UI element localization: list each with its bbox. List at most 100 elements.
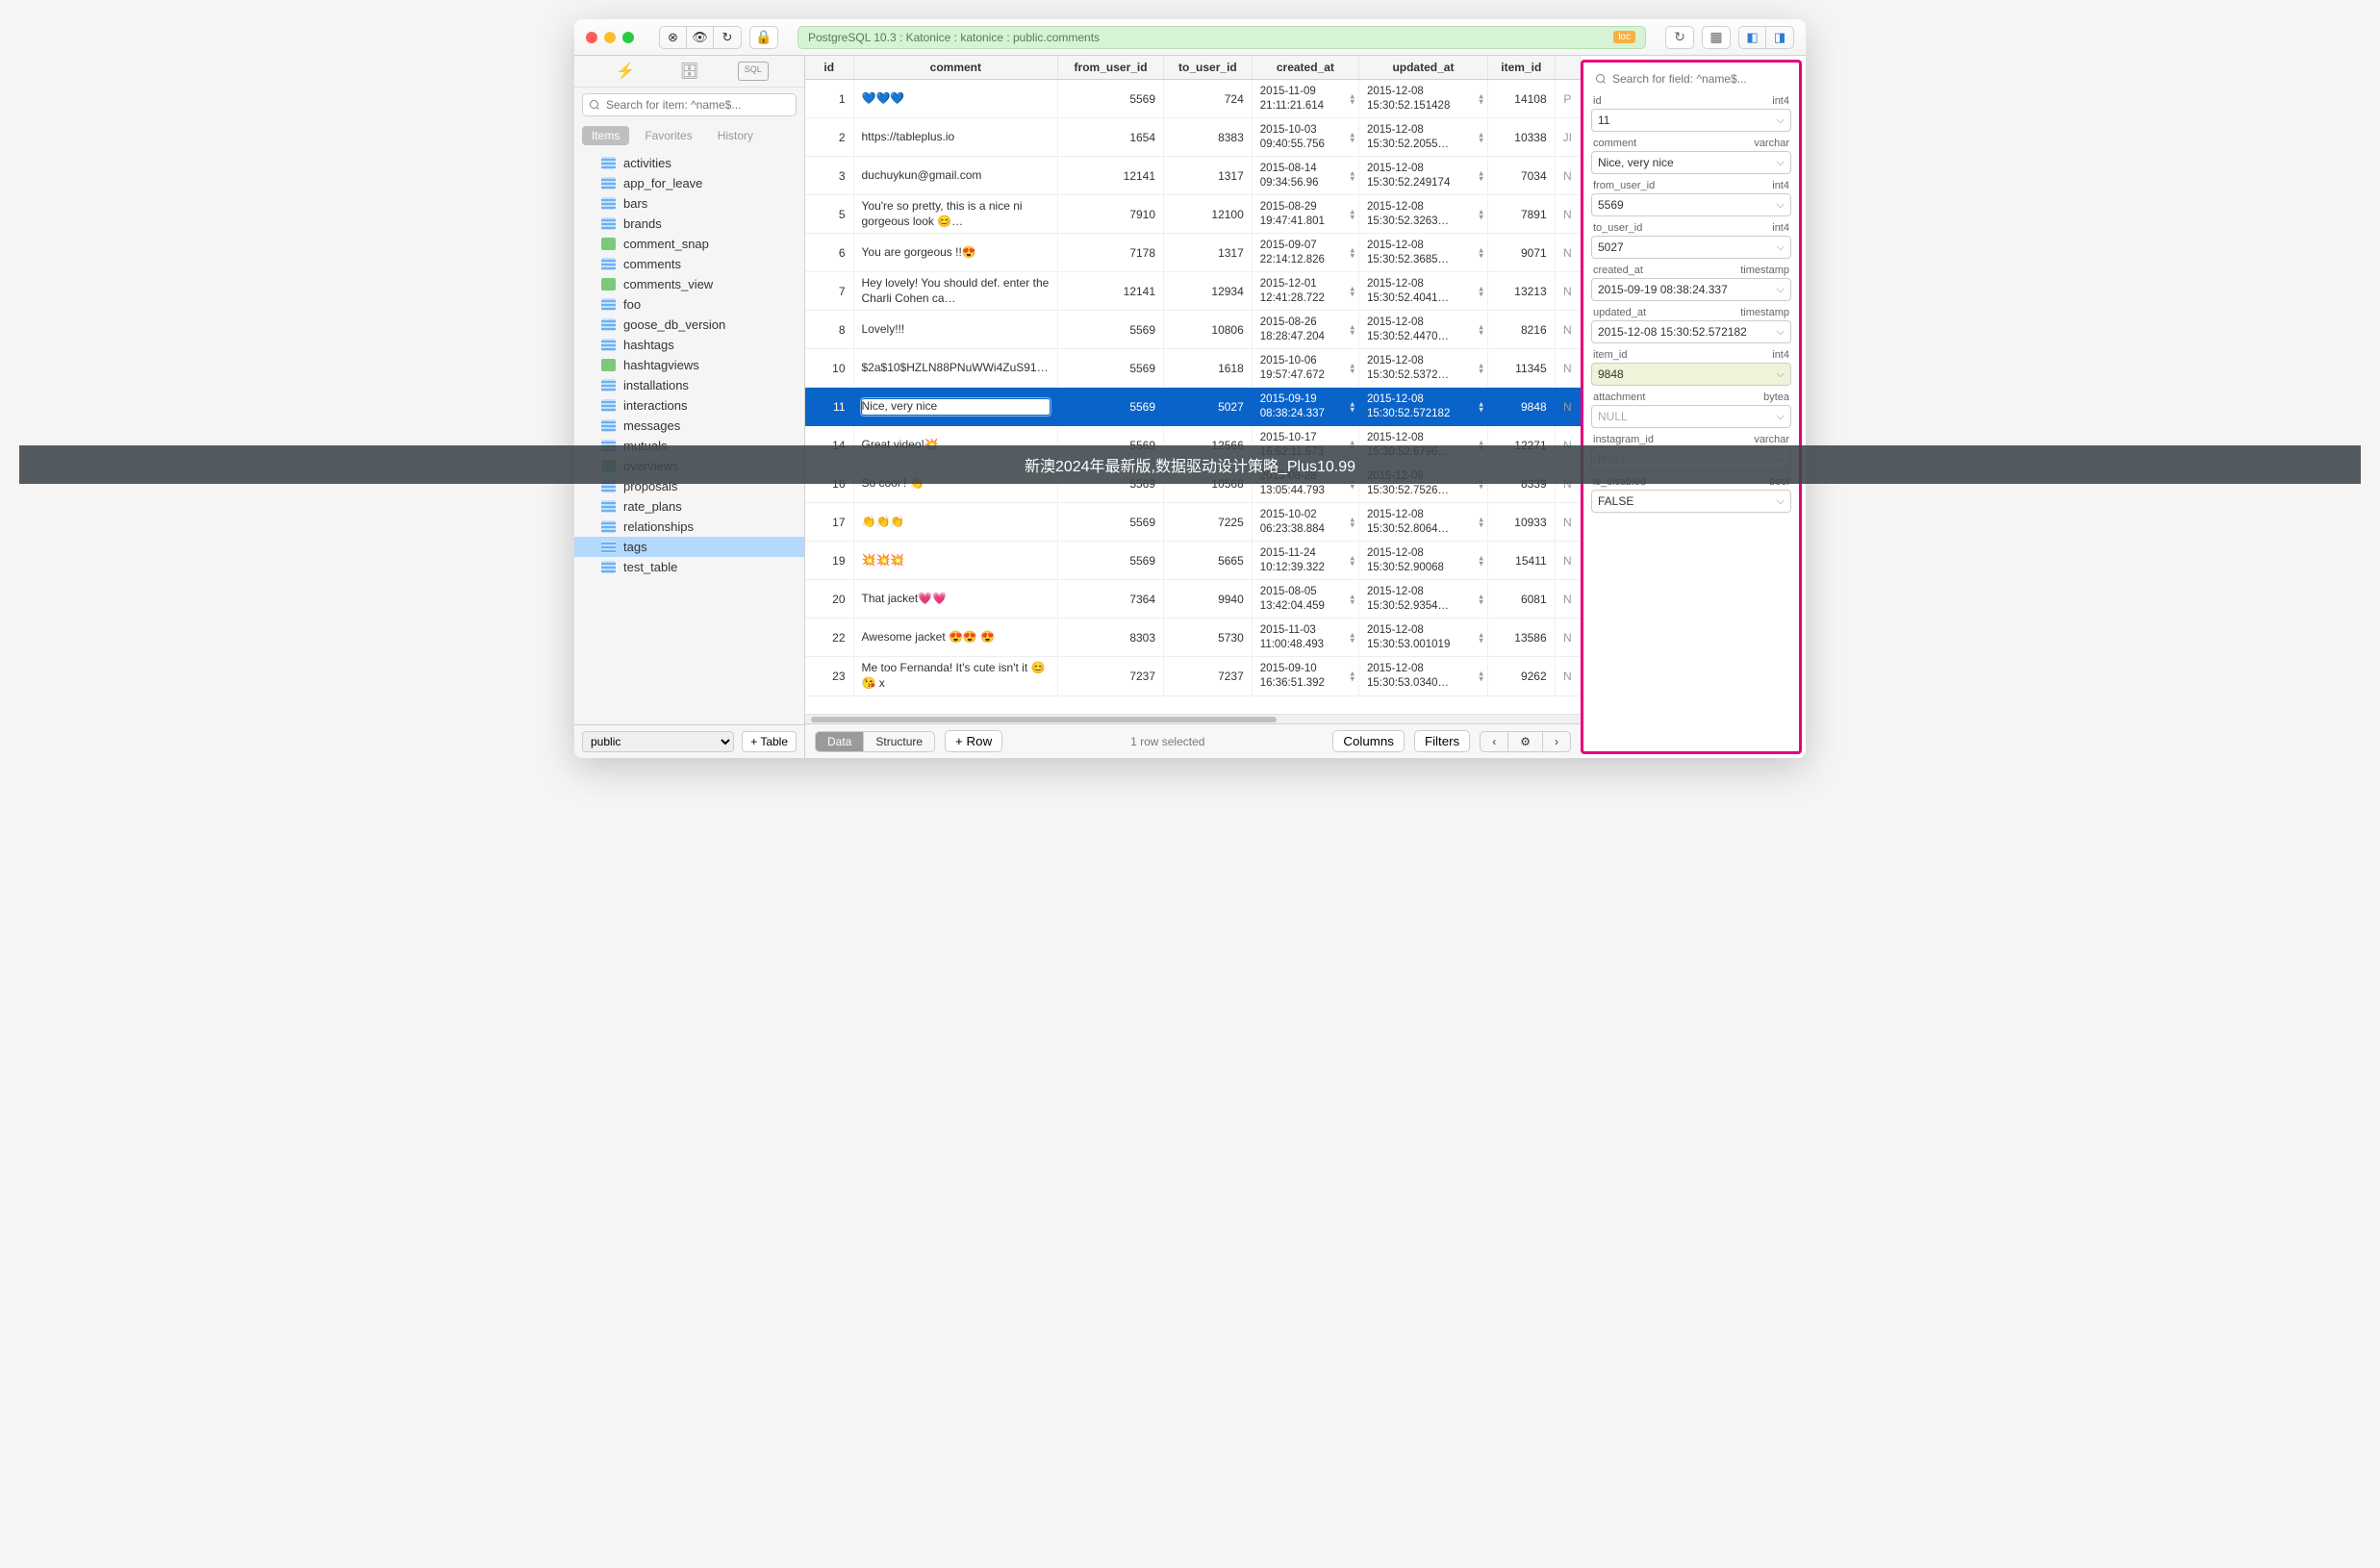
cell-comment[interactable]: 💙💙💙: [853, 80, 1058, 118]
cell-to[interactable]: 1317: [1164, 234, 1253, 272]
cell-comment[interactable]: You are gorgeous !!😍: [853, 234, 1058, 272]
sidebar-item-brands[interactable]: brands: [574, 214, 804, 234]
table-row[interactable]: 3duchuykun@gmail.com1214113172015-08-140…: [805, 157, 1581, 195]
table-row[interactable]: 1💙💙💙55697242015-11-0921:11:21.614▴▾2015-…: [805, 80, 1581, 118]
cell-flag[interactable]: N: [1555, 657, 1580, 695]
cell-flag[interactable]: N: [1555, 349, 1580, 388]
cell-item[interactable]: 9848: [1487, 388, 1555, 426]
cell-id[interactable]: 16: [805, 465, 853, 503]
cell-id[interactable]: 14: [805, 426, 853, 465]
inspector-search-input[interactable]: [1591, 68, 1791, 89]
grid-icon[interactable]: ▦: [1702, 26, 1731, 49]
eye-icon[interactable]: 👁: [687, 27, 714, 48]
cell-updated[interactable]: 2015-12-0815:30:52.9354…▴▾: [1359, 580, 1488, 619]
field-value-id[interactable]: 11: [1591, 109, 1791, 132]
cell-item[interactable]: 14108: [1487, 80, 1555, 118]
cell-flag[interactable]: N: [1555, 272, 1580, 311]
schema-select[interactable]: public: [582, 731, 734, 752]
column-header-id[interactable]: id: [805, 56, 853, 80]
cell-updated[interactable]: 2015-12-0815:30:52.3685…▴▾: [1359, 234, 1488, 272]
cell-flag[interactable]: N: [1555, 426, 1580, 465]
sidebar-item-hashtagviews[interactable]: hashtagviews: [574, 355, 804, 375]
refresh-icon[interactable]: ↻: [1665, 26, 1694, 49]
cell-flag[interactable]: N: [1555, 311, 1580, 349]
cell-id[interactable]: 7: [805, 272, 853, 311]
cell-created[interactable]: 2015-09-1016:36:51.392▴▾: [1252, 657, 1358, 695]
cell-flag[interactable]: N: [1555, 465, 1580, 503]
table-row[interactable]: 10$2a$10$HZLN88PNuWWi4ZuS91lb8dR98ljt0kb…: [805, 349, 1581, 388]
cell-id[interactable]: 23: [805, 657, 853, 695]
refresh-small-icon[interactable]: ↻: [714, 27, 741, 48]
sidebar-item-comment_snap[interactable]: comment_snap: [574, 234, 804, 254]
sidebar-item-bars[interactable]: bars: [574, 193, 804, 214]
cell-updated[interactable]: 2015-12-0815:30:52.4470…▴▾: [1359, 311, 1488, 349]
cell-from[interactable]: 7910: [1058, 195, 1164, 234]
cell-from[interactable]: 5569: [1058, 80, 1164, 118]
cell-from[interactable]: 12141: [1058, 157, 1164, 195]
field-value-attachment[interactable]: NULL: [1591, 405, 1791, 428]
field-value-to_user_id[interactable]: 5027: [1591, 236, 1791, 259]
close-icon[interactable]: [586, 32, 597, 43]
cell-id[interactable]: 11: [805, 388, 853, 426]
cell-to[interactable]: 5027: [1164, 388, 1253, 426]
cell-comment[interactable]: Hey lovely! You should def. enter the Ch…: [853, 272, 1058, 311]
cell-item[interactable]: 10338: [1487, 118, 1555, 157]
sidebar-item-tags[interactable]: tags: [574, 537, 804, 557]
cell-comment[interactable]: That jacket💗💗: [853, 580, 1058, 619]
cell-item[interactable]: 6081: [1487, 580, 1555, 619]
cell-to[interactable]: 5665: [1164, 542, 1253, 580]
cell-comment[interactable]: $2a$10$HZLN88PNuWWi4ZuS91lb8dR98ljt0kblv…: [853, 349, 1058, 388]
cell-to[interactable]: 7225: [1164, 503, 1253, 542]
cell-id[interactable]: 8: [805, 311, 853, 349]
table-row[interactable]: 16So cool ! 👏5569105682015-08-2813:05:44…: [805, 465, 1581, 503]
column-header-to_user_id[interactable]: to_user_id: [1164, 56, 1253, 80]
cell-created[interactable]: 2015-09-0722:14:12.826▴▾: [1252, 234, 1358, 272]
cell-updated[interactable]: 2015-12-0815:30:52.5372…▴▾: [1359, 349, 1488, 388]
cell-id[interactable]: 20: [805, 580, 853, 619]
add-table-button[interactable]: + Table: [742, 731, 797, 752]
cell-created[interactable]: 2015-08-1409:34:56.96▴▾: [1252, 157, 1358, 195]
cell-from[interactable]: 5569: [1058, 311, 1164, 349]
cell-to[interactable]: 1317: [1164, 157, 1253, 195]
next-icon[interactable]: ›: [1543, 732, 1570, 751]
cell-id[interactable]: 22: [805, 619, 853, 657]
column-header-item_id[interactable]: item_id: [1487, 56, 1555, 80]
cell-id[interactable]: 19: [805, 542, 853, 580]
cell-item[interactable]: 9071: [1487, 234, 1555, 272]
table-row[interactable]: 6You are gorgeous !!😍717813172015-09-072…: [805, 234, 1581, 272]
cell-item[interactable]: 7891: [1487, 195, 1555, 234]
cell-id[interactable]: 6: [805, 234, 853, 272]
cell-updated[interactable]: 2015-12-0815:30:52.3263…▴▾: [1359, 195, 1488, 234]
field-value-from_user_id[interactable]: 5569: [1591, 193, 1791, 216]
cell-created[interactable]: 2015-11-0921:11:21.614▴▾: [1252, 80, 1358, 118]
add-row-button[interactable]: + Row: [945, 730, 1002, 752]
cell-flag[interactable]: N: [1555, 503, 1580, 542]
cell-from[interactable]: 5569: [1058, 542, 1164, 580]
sql-icon[interactable]: SQL: [738, 62, 769, 81]
table-row[interactable]: 20That jacket💗💗736499402015-08-0513:42:0…: [805, 580, 1581, 619]
cell-flag[interactable]: N: [1555, 234, 1580, 272]
cell-to[interactable]: 724: [1164, 80, 1253, 118]
cell-comment[interactable]: 👏👏👏: [853, 503, 1058, 542]
cell-from[interactable]: 7178: [1058, 234, 1164, 272]
cell-to[interactable]: 10568: [1164, 465, 1253, 503]
cell-updated[interactable]: 2015-12-0815:30:52.6796…▴▾: [1359, 426, 1488, 465]
cell-id[interactable]: 2: [805, 118, 853, 157]
cell-updated[interactable]: 2015-12-0815:30:52.249174▴▾: [1359, 157, 1488, 195]
cell-to[interactable]: 12566: [1164, 426, 1253, 465]
field-value-item_id[interactable]: 9848: [1591, 363, 1791, 386]
cell-from[interactable]: 1654: [1058, 118, 1164, 157]
cell-updated[interactable]: 2015-12-0815:30:53.0340…▴▾: [1359, 657, 1488, 695]
horizontal-scrollbar[interactable]: [805, 714, 1581, 723]
field-value-comment[interactable]: Nice, very nice: [1591, 151, 1791, 174]
cell-flag[interactable]: P: [1555, 80, 1580, 118]
panel-right-icon[interactable]: ◨: [1766, 27, 1793, 48]
cell-created[interactable]: 2015-10-0619:57:47.672▴▾: [1252, 349, 1358, 388]
cell-comment[interactable]: Great video!💥: [853, 426, 1058, 465]
cell-to[interactable]: 8383: [1164, 118, 1253, 157]
sidebar-item-app_for_leave[interactable]: app_for_leave: [574, 173, 804, 193]
cell-created[interactable]: 2015-08-2919:47:41.801▴▾: [1252, 195, 1358, 234]
sidebar-item-hashtags[interactable]: hashtags: [574, 335, 804, 355]
cell-from[interactable]: 12141: [1058, 272, 1164, 311]
cell-id[interactable]: 3: [805, 157, 853, 195]
